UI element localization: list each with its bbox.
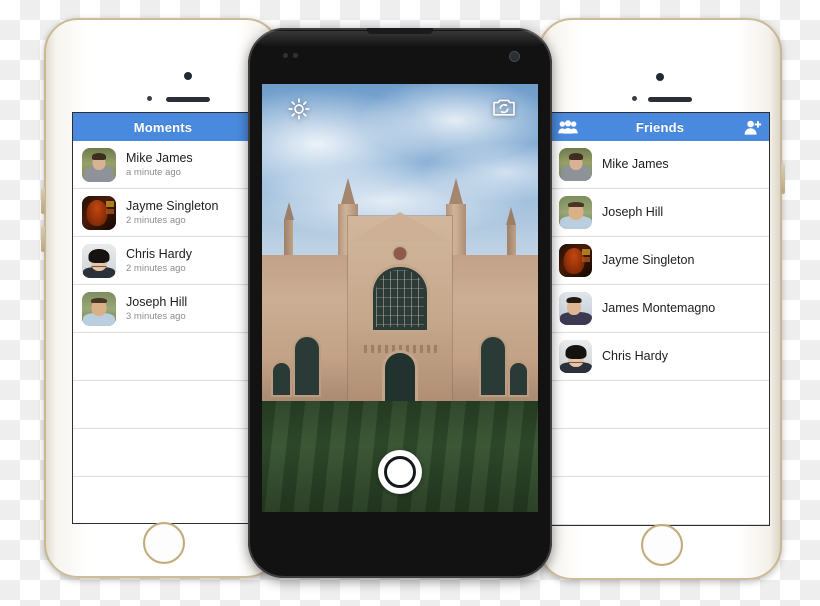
left-phone-proximity-sensor bbox=[147, 96, 152, 101]
porch-cornice bbox=[360, 344, 440, 353]
left-phone-earpiece-speaker bbox=[166, 97, 210, 102]
facade-window-left bbox=[295, 336, 320, 395]
chris-hardy-avatar bbox=[82, 243, 116, 278]
group-people-icon[interactable] bbox=[558, 113, 578, 141]
right-phone-proximity-sensor bbox=[632, 96, 637, 101]
central-bay bbox=[347, 211, 453, 401]
list-item-text: Chris Hardy 2 minutes ago bbox=[126, 247, 192, 275]
list-item[interactable]: James Montemagno bbox=[551, 285, 769, 333]
list-item[interactable]: Jayme Singleton bbox=[551, 237, 769, 285]
list-item[interactable]: Chris Hardy bbox=[551, 333, 769, 381]
center-phone-proximity-sensor bbox=[283, 53, 288, 58]
right-phone-power-button[interactable] bbox=[781, 164, 785, 194]
left-phone-device: Moments Mike James a minute ago Jayme Si… bbox=[41, 18, 280, 578]
rose-window bbox=[391, 245, 409, 263]
left-minaret-top bbox=[283, 201, 294, 220]
list-item-empty bbox=[551, 477, 769, 525]
friends-title: Friends bbox=[635, 119, 685, 135]
list-item-text: Jayme Singleton 2 minutes ago bbox=[126, 199, 218, 227]
list-item-name: Jayme Singleton bbox=[602, 253, 695, 267]
friends-list[interactable]: Mike James Joseph Hill Jayme Singleton J… bbox=[551, 141, 769, 525]
list-item[interactable]: Joseph Hill bbox=[551, 189, 769, 237]
list-item-name: Jayme Singleton bbox=[126, 198, 219, 213]
center-phone-device bbox=[248, 28, 552, 578]
right-phone-home-button[interactable] bbox=[641, 524, 683, 566]
list-item-name: Chris Hardy bbox=[602, 349, 668, 363]
list-item-empty bbox=[73, 477, 253, 523]
list-item[interactable]: Joseph Hill 3 minutes ago bbox=[73, 285, 253, 333]
list-item-empty bbox=[551, 429, 769, 477]
screenshot-stage: Moments Mike James a minute ago Jayme Si… bbox=[0, 0, 820, 606]
joseph-hill-avatar bbox=[82, 291, 116, 326]
list-item-text: Jayme Singleton bbox=[602, 253, 694, 268]
center-phone-front-camera bbox=[509, 51, 520, 62]
list-item-text: Joseph Hill bbox=[602, 205, 663, 220]
list-item-text: Mike James bbox=[602, 157, 669, 172]
cathedral-facade bbox=[262, 177, 538, 401]
camera-flip-icon[interactable] bbox=[492, 98, 516, 122]
chris-hardy-avatar bbox=[559, 340, 592, 373]
list-item-empty bbox=[73, 333, 253, 381]
friends-navbar: Friends bbox=[551, 113, 769, 141]
list-item-name: Mike James bbox=[126, 150, 193, 165]
list-item-text: Chris Hardy bbox=[602, 349, 668, 364]
list-item-name: Chris Hardy bbox=[126, 246, 192, 261]
list-item-name: Joseph Hill bbox=[602, 205, 664, 219]
right-minaret-top bbox=[506, 207, 517, 226]
list-item-text: James Montemagno bbox=[602, 301, 715, 316]
moments-navbar: Moments bbox=[73, 113, 253, 141]
left-phone-home-button[interactable] bbox=[143, 522, 185, 564]
shutter-button-inner-ring bbox=[384, 456, 416, 488]
list-item[interactable]: Mike James a minute ago bbox=[73, 141, 253, 189]
entrance-door bbox=[384, 352, 415, 401]
mike-james-avatar bbox=[82, 147, 116, 182]
center-phone-speaker-grille bbox=[367, 28, 433, 34]
moments-title: Moments bbox=[133, 119, 193, 135]
joseph-hill-avatar bbox=[559, 196, 592, 229]
list-item-time: 3 minutes ago bbox=[126, 310, 186, 322]
list-item-name: Mike James bbox=[602, 157, 669, 171]
list-item-empty bbox=[73, 381, 253, 429]
left-phone-screen: Moments Mike James a minute ago Jayme Si… bbox=[72, 112, 254, 524]
center-phone-screen bbox=[262, 84, 538, 512]
central-tracery-window bbox=[372, 267, 427, 331]
right-phone-device: Friends Mike James Joseph Hill Jayme Sin… bbox=[538, 18, 785, 580]
left-phone-volume-down-button[interactable] bbox=[41, 226, 45, 252]
list-item-time: 2 minutes ago bbox=[126, 214, 186, 226]
right-phone-front-camera bbox=[656, 73, 664, 81]
list-item[interactable]: Chris Hardy 2 minutes ago bbox=[73, 237, 253, 285]
list-item[interactable]: Mike James bbox=[551, 141, 769, 189]
left-spire bbox=[340, 177, 355, 204]
facade-window-far-left bbox=[273, 362, 291, 395]
list-item-name: James Montemagno bbox=[602, 301, 716, 315]
jayme-singleton-avatar bbox=[82, 195, 116, 230]
right-phone-screen: Friends Mike James Joseph Hill Jayme Sin… bbox=[550, 112, 770, 526]
list-item-text: Joseph Hill 3 minutes ago bbox=[126, 295, 187, 323]
right-spire bbox=[448, 177, 463, 204]
left-phone-front-camera bbox=[184, 72, 192, 80]
add-person-icon[interactable] bbox=[744, 113, 762, 141]
sun-icon[interactable] bbox=[288, 98, 310, 125]
jayme-singleton-avatar bbox=[559, 244, 592, 277]
left-phone-volume-up-button[interactable] bbox=[41, 188, 45, 214]
list-item[interactable]: Jayme Singleton 2 minutes ago bbox=[73, 189, 253, 237]
list-item-empty bbox=[73, 429, 253, 477]
shutter-button[interactable] bbox=[378, 450, 422, 494]
moments-list[interactable]: Mike James a minute ago Jayme Singleton … bbox=[73, 141, 253, 523]
list-item-empty bbox=[551, 381, 769, 429]
camera-viewfinder[interactable] bbox=[262, 84, 538, 512]
list-item-time: 2 minutes ago bbox=[126, 262, 186, 274]
facade-window-far-right bbox=[509, 362, 527, 395]
mike-james-avatar bbox=[559, 148, 592, 181]
list-item-text: Mike James a minute ago bbox=[126, 151, 193, 179]
list-item-time: a minute ago bbox=[126, 166, 181, 178]
list-item-name: Joseph Hill bbox=[126, 294, 188, 309]
james-montemagno-avatar bbox=[559, 292, 592, 325]
right-phone-earpiece-speaker bbox=[648, 97, 692, 102]
gable-pediment bbox=[347, 211, 452, 242]
facade-window-right bbox=[480, 336, 505, 395]
center-phone-light-sensor bbox=[293, 53, 298, 58]
